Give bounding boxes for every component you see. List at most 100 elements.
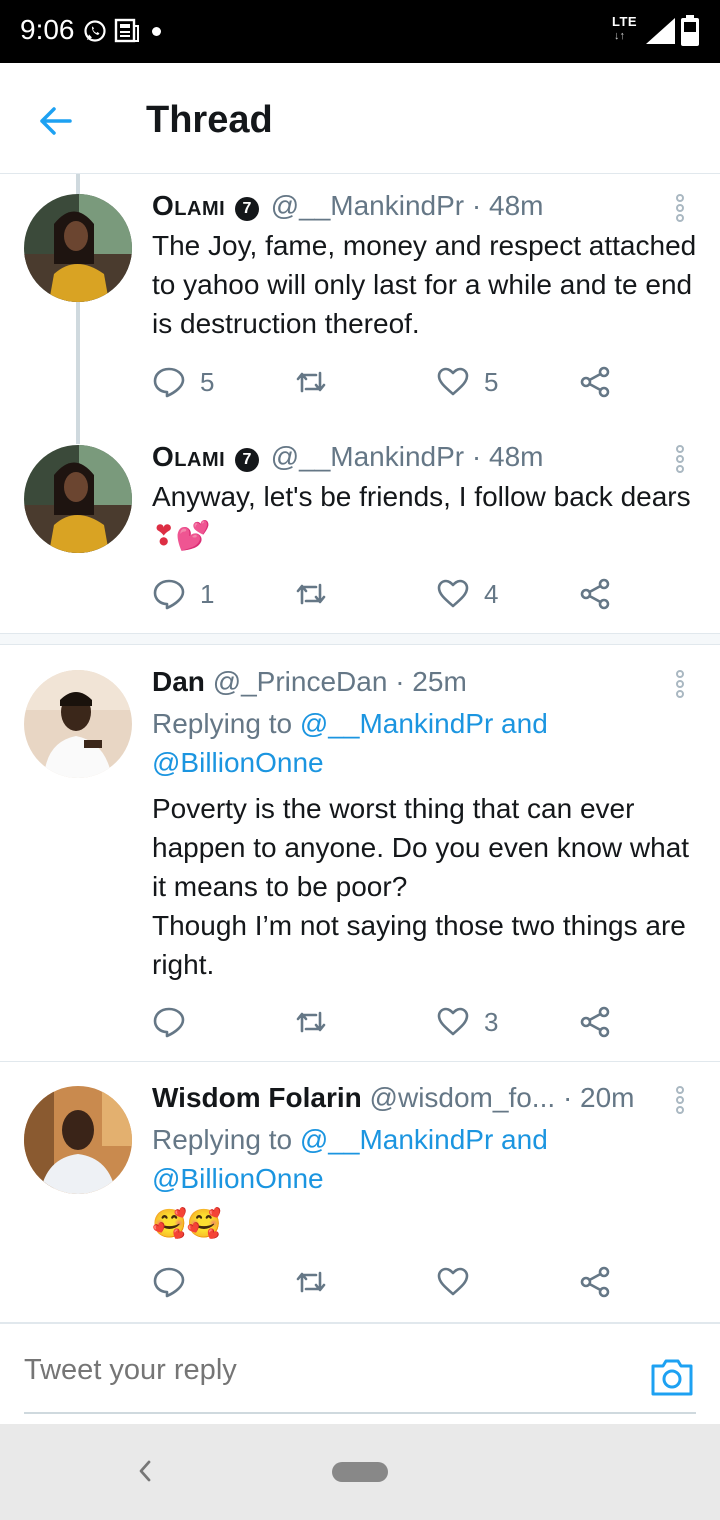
reply-input[interactable] [24,1354,624,1387]
tweet-time: · 25m [395,666,467,697]
badge: 7 [234,197,259,221]
more-options-button[interactable] [670,192,690,224]
back-button[interactable] [34,99,78,143]
share-button[interactable] [578,1002,612,1042]
heart-icon [437,367,469,396]
avatar[interactable] [24,670,132,778]
avatar[interactable] [24,1086,132,1194]
retweet-icon [296,1271,326,1293]
avatar[interactable] [24,194,132,302]
share-button[interactable] [578,362,612,402]
tweet-time: · 20m [562,1082,635,1113]
share-button[interactable] [578,574,612,614]
data-arrows-icon: ↓↑ [614,30,625,42]
more-options-button[interactable] [670,668,690,700]
tweet[interactable]: Wisdom Folarin @wisdom_fo... · 20m Reply… [0,1062,720,1320]
like-button[interactable]: 3 [436,1002,498,1042]
author-name[interactable]: Olami [152,441,225,472]
tweet-text: Poverty is the worst thing that can ever… [152,789,697,984]
tweet-text: Anyway, let's be friends, I follow back … [152,477,697,555]
retweet-button[interactable] [294,574,342,614]
reply-button[interactable]: 1 [152,574,214,614]
reply-button[interactable]: 5 [152,362,214,402]
like-button[interactable] [436,1262,484,1302]
chevron-left-icon [139,1460,151,1482]
tweet-actions: 1 4 [152,574,622,614]
tweet-actions: 3 [152,1002,622,1042]
section-divider [0,633,720,645]
retweet-button[interactable] [294,1002,342,1042]
heart-icon [437,1007,469,1036]
page-title: Thread [146,99,273,141]
system-nav-bar [0,1424,720,1520]
more-options-button[interactable] [670,1084,690,1116]
tweet-actions: 5 5 [152,362,622,402]
replying-to-label: Replying to [152,1124,300,1155]
retweet-button[interactable] [294,362,342,402]
nav-home-pill[interactable] [332,1462,388,1482]
replying-to: Replying to @__MankindPr and @BillionOnn… [152,1120,697,1198]
heart-icon [437,579,469,608]
header: Thread [0,63,720,174]
author-name[interactable]: Olami [152,190,225,221]
badge: 7 [234,448,259,472]
reply-icon [153,579,185,610]
retweet-icon [296,371,326,393]
arrow-left-icon [40,107,72,135]
share-button[interactable] [578,1262,612,1302]
retweet-button[interactable] [294,1262,342,1302]
author-handle[interactable]: @wisdom_fo... [370,1082,556,1113]
tweet[interactable]: Olami 7 @__MankindPr · 48m The Joy, fame… [0,174,720,432]
tweet-text: The Joy, fame, money and respect attache… [152,230,697,339]
like-button[interactable]: 4 [436,574,498,614]
tweet-text-body: Anyway, let's be friends, I follow back … [152,481,691,512]
reply-button[interactable] [152,1002,200,1042]
avatar[interactable] [24,445,132,553]
like-count: 4 [484,578,499,609]
tweet-time: · 48m [471,190,544,221]
share-icon [580,366,610,398]
like-button[interactable]: 5 [436,362,498,402]
camera-icon [651,1359,693,1396]
network-type: LTE [612,14,638,29]
retweet-icon [296,1011,326,1033]
tweet[interactable]: Olami 7 @__MankindPr · 48m Anyway, let's… [0,432,720,632]
reply-input-underline [24,1412,696,1414]
share-icon [580,1266,610,1298]
news-icon [114,18,139,43]
author-name[interactable]: Dan [152,666,205,697]
tweet-text-line: Though I’m not saying those two things a… [152,910,686,980]
status-time: 9:06 [20,14,75,45]
notification-dot [152,27,161,36]
author-name[interactable]: Wisdom Folarin [152,1082,362,1113]
tweet[interactable]: Dan @_PrinceDan · 25m Replying to @__Man… [0,646,720,1061]
author-handle[interactable]: @_PrinceDan [213,666,388,697]
signal-icon [646,18,675,44]
reply-button[interactable] [152,1262,200,1302]
tweet-header: Olami 7 @__MankindPr · 48m [152,190,543,222]
tweet-header: Olami 7 @__MankindPr · 48m [152,441,543,473]
tweet-time: · 48m [471,441,544,472]
nav-back-button[interactable] [132,1454,156,1488]
tweet-header: Dan @_PrinceDan · 25m [152,666,467,698]
camera-button[interactable] [650,1356,694,1398]
reply-icon [153,1007,185,1038]
reply-count: 1 [200,578,215,609]
tweet-text: 🥰🥰 [152,1204,697,1243]
tweet-actions [152,1262,622,1302]
reply-icon [153,367,185,398]
status-bar: 9:06 LTE ↓↑ [0,0,720,63]
reply-icon [153,1267,185,1298]
tweet-emoji: 🥰🥰 [152,1207,222,1240]
reply-bar [0,1322,720,1424]
author-handle[interactable]: @__MankindPr [271,441,464,472]
like-count: 5 [484,366,499,397]
share-icon [580,578,610,610]
author-handle[interactable]: @__MankindPr [271,190,464,221]
reply-count: 5 [200,366,215,397]
heart-icon [437,1267,469,1296]
whatsapp-icon [84,20,106,42]
more-options-button[interactable] [670,443,690,475]
share-icon [580,1006,610,1038]
tweet-header: Wisdom Folarin @wisdom_fo... · 20m [152,1082,635,1114]
